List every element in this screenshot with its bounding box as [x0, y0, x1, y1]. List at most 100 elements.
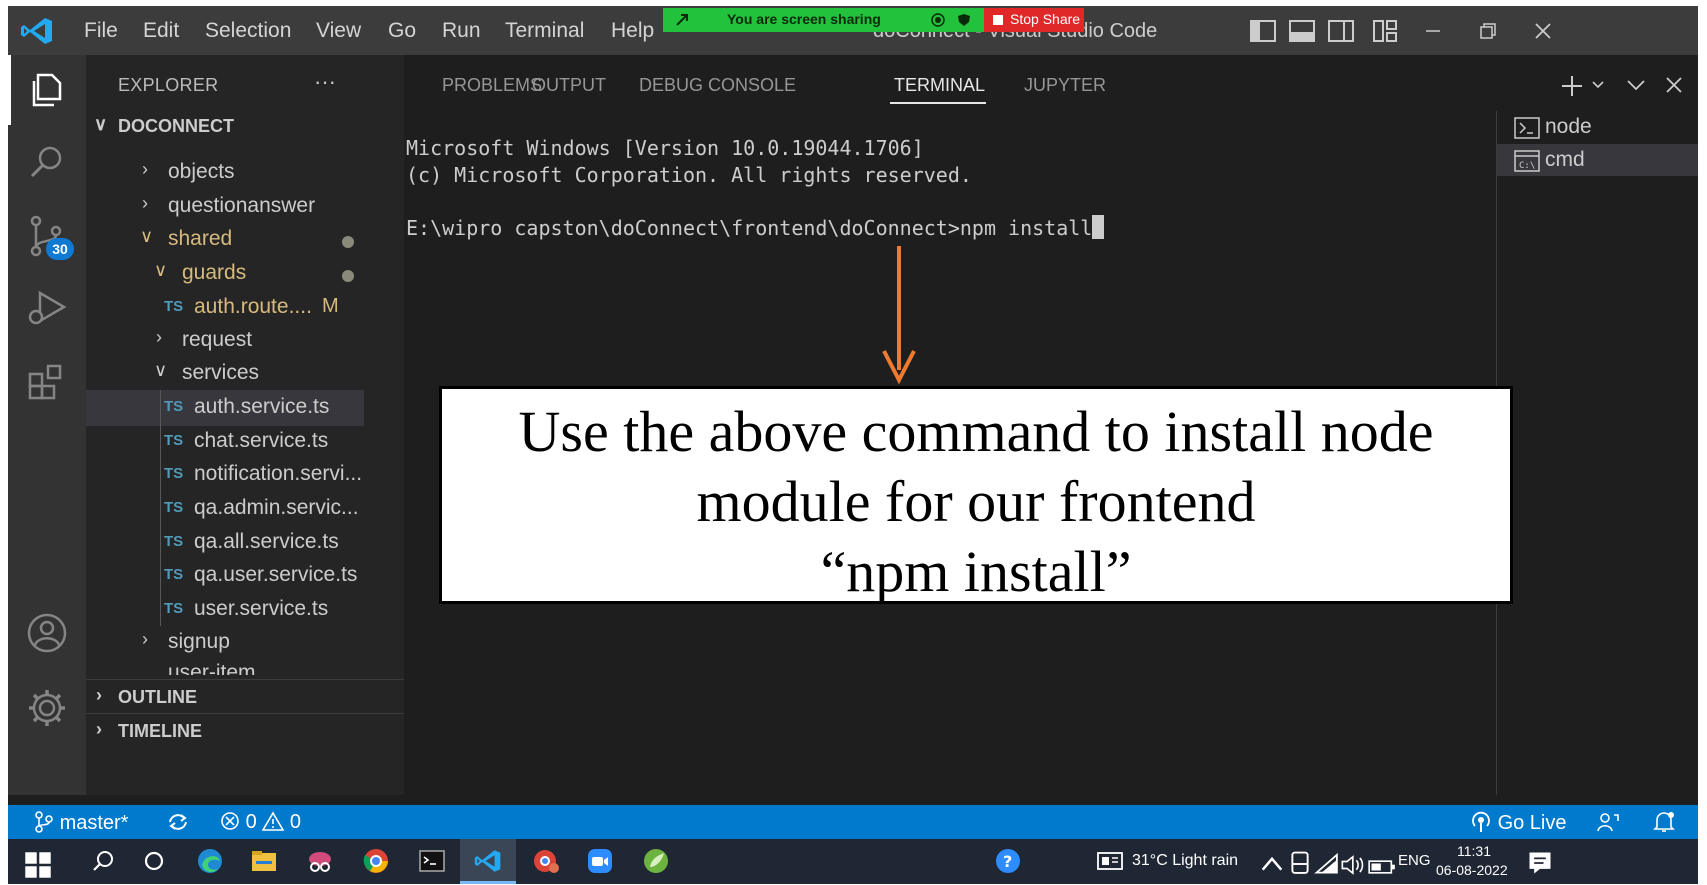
- menu-view[interactable]: View: [316, 19, 361, 43]
- battery-icon[interactable]: [1368, 853, 1396, 881]
- tree-item-services[interactable]: ∨ services: [86, 356, 404, 392]
- tree-item-label: auth.route....: [194, 295, 312, 318]
- volume-icon[interactable]: [1340, 851, 1368, 879]
- chrome-icon[interactable]: [362, 847, 390, 875]
- tree-item-qa-admin-service[interactable]: TS qa.admin.servic...: [86, 491, 404, 527]
- tree-item-request[interactable]: › request: [86, 323, 404, 359]
- clock-date[interactable]: 06-08-2022: [1436, 862, 1508, 878]
- tab-debug-console[interactable]: DEBUG CONSOLE: [639, 75, 796, 96]
- go-live-button[interactable]: Go Live: [1470, 811, 1567, 835]
- status-bar: master* 0 0 Go Live: [8, 805, 1698, 839]
- error-count: 0: [245, 811, 257, 833]
- tree-item-user-service[interactable]: TS user.service.ts: [86, 592, 404, 628]
- customize-layout-icon[interactable]: [1370, 16, 1400, 46]
- menu-edit[interactable]: Edit: [143, 19, 179, 43]
- file-explorer-icon[interactable]: [250, 847, 278, 875]
- tab-problems[interactable]: PROBLEMS: [442, 75, 542, 96]
- toggle-primary-sidebar-icon[interactable]: [1248, 16, 1278, 46]
- notifications-bell-icon[interactable]: [1653, 811, 1675, 833]
- terminal-command: E:\wipro capston\doConnect\frontend\doCo…: [406, 216, 1093, 240]
- share-shield-icon[interactable]: [957, 13, 971, 27]
- task-view-icon[interactable]: [140, 847, 168, 875]
- branch-indicator[interactable]: master*: [34, 811, 128, 835]
- stop-share-button[interactable]: Stop Share: [984, 8, 1084, 32]
- input-language[interactable]: ENG: [1398, 852, 1431, 869]
- restore-icon[interactable]: [1473, 16, 1503, 46]
- menu-help[interactable]: Help: [611, 19, 654, 43]
- tree-item-objects[interactable]: › objects: [86, 155, 404, 191]
- outline-section[interactable]: › OUTLINE: [86, 679, 404, 713]
- warning-icon: [261, 811, 285, 831]
- weather-text[interactable]: 31°C Light rain: [1132, 852, 1238, 870]
- show-hidden-icons-icon[interactable]: [1258, 851, 1286, 879]
- touchpad-icon[interactable]: [1286, 850, 1314, 878]
- help-icon[interactable]: ?: [994, 847, 1022, 875]
- tab-jupyter[interactable]: JUPYTER: [1024, 75, 1106, 96]
- tree-item-label: user.service.ts: [194, 597, 329, 620]
- maximize-panel-icon[interactable]: [1624, 73, 1648, 97]
- vscode-taskbar-icon[interactable]: [474, 847, 502, 875]
- tab-output[interactable]: OUTPUT: [532, 75, 606, 96]
- terminal-item-node[interactable]: node: [1497, 111, 1698, 143]
- tree-item-guards[interactable]: ∨ guards: [86, 256, 404, 292]
- menu-selection[interactable]: Selection: [205, 19, 291, 43]
- edge-browser-icon[interactable]: [196, 847, 224, 875]
- weather-news-icon[interactable]: [1096, 847, 1124, 875]
- account-feedback-icon[interactable]: [1596, 811, 1620, 833]
- close-panel-icon[interactable]: [1662, 73, 1686, 97]
- workspace-root[interactable]: ∨ DOCONNECT: [86, 111, 404, 141]
- tab-terminal[interactable]: TERMINAL: [894, 75, 985, 96]
- command-prompt-icon[interactable]: [418, 847, 446, 875]
- chevron-down-icon[interactable]: [1590, 77, 1606, 93]
- tree-item-qa-user-service[interactable]: TS qa.user.service.ts: [86, 558, 404, 594]
- git-branch-icon: [35, 811, 53, 833]
- snipping-tool-icon[interactable]: [306, 847, 334, 875]
- more-actions-icon[interactable]: ···: [314, 69, 336, 95]
- tree-item-auth-route[interactable]: TS auth.route.... M: [86, 290, 404, 326]
- timeline-section[interactable]: › TIMELINE: [86, 713, 404, 747]
- share-pin-icon: [676, 14, 688, 26]
- tree-item-questionanswer[interactable]: › questionanswer: [86, 189, 404, 225]
- tree-item-chat-service[interactable]: TS chat.service.ts: [86, 424, 404, 460]
- accounts-icon[interactable]: [24, 610, 70, 656]
- wifi-icon[interactable]: [1314, 851, 1342, 879]
- tree-item-notification-service[interactable]: TS notification.servi...: [86, 457, 404, 493]
- tree-item-label: questionanswer: [168, 194, 316, 217]
- terminal-item-cmd[interactable]: C:\ cmd: [1497, 144, 1698, 176]
- tree-item-qa-all-service[interactable]: TS qa.all.service.ts: [86, 525, 404, 561]
- tree-item-label: auth.service.ts: [194, 395, 330, 418]
- close-window-icon[interactable]: [1528, 16, 1558, 46]
- outline-label: OUTLINE: [118, 687, 197, 707]
- tree-item-shared[interactable]: ∨ shared: [86, 222, 404, 258]
- share-record-icon[interactable]: [931, 13, 945, 27]
- search-icon[interactable]: [24, 140, 70, 186]
- toggle-panel-icon[interactable]: [1287, 16, 1317, 46]
- clock-time[interactable]: 11:31: [1457, 843, 1491, 859]
- menu-terminal[interactable]: Terminal: [505, 19, 584, 43]
- tree-item-signup[interactable]: › signup: [86, 625, 404, 661]
- tree-item-user-item[interactable]: user-item: [86, 661, 404, 675]
- minimize-icon[interactable]: [1418, 16, 1448, 46]
- tree-item-auth-service[interactable]: TS auth.service.ts: [86, 390, 364, 426]
- zoom-icon[interactable]: [586, 847, 614, 875]
- explorer-icon[interactable]: [24, 67, 70, 113]
- menu-run[interactable]: Run: [442, 19, 481, 43]
- toggle-secondary-sidebar-icon[interactable]: [1326, 16, 1356, 46]
- share-status-text: You are screen sharing: [727, 11, 881, 27]
- windows-start-icon[interactable]: [24, 851, 52, 879]
- chevron-right-icon: ›: [96, 719, 102, 739]
- chrome-profile-icon[interactable]: [532, 847, 560, 875]
- problems-indicator[interactable]: 0 0: [220, 811, 301, 834]
- typescript-file-icon: TS: [164, 499, 184, 516]
- settings-gear-icon[interactable]: [24, 685, 70, 731]
- action-center-icon[interactable]: [1526, 849, 1554, 877]
- search-icon[interactable]: [90, 847, 118, 875]
- spring-tool-icon[interactable]: [642, 847, 670, 875]
- active-indicator: [8, 55, 11, 125]
- menu-file[interactable]: File: [84, 19, 118, 43]
- sync-icon[interactable]: [166, 812, 190, 832]
- run-debug-icon[interactable]: [24, 285, 70, 331]
- extensions-icon[interactable]: [24, 360, 70, 406]
- menu-go[interactable]: Go: [388, 19, 416, 43]
- new-terminal-icon[interactable]: [1559, 73, 1585, 99]
